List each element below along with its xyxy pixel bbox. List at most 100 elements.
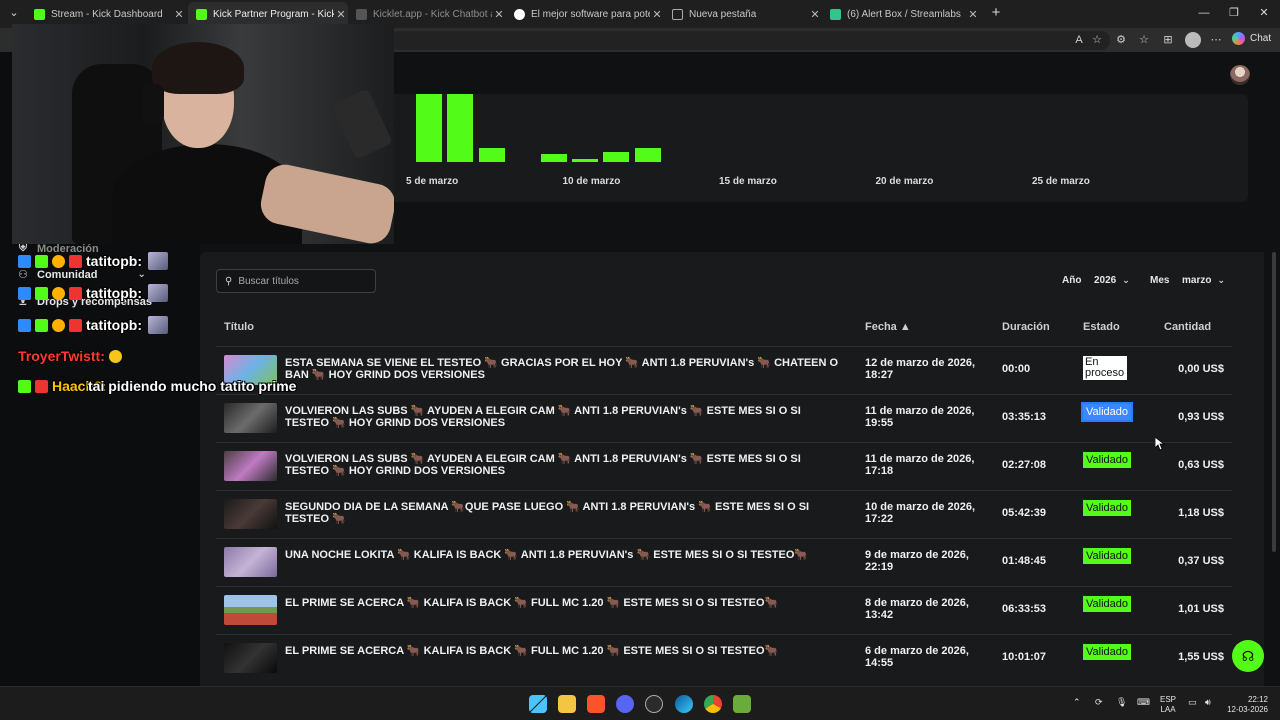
- column-header-date[interactable]: Fecha ▲: [865, 321, 911, 333]
- file-explorer-icon[interactable]: [558, 695, 576, 713]
- profile-avatar-icon[interactable]: [1185, 32, 1201, 48]
- stream-thumbnail[interactable]: [224, 451, 277, 481]
- system-clock[interactable]: 22:12 12-03-2026: [1222, 695, 1268, 715]
- table-row[interactable]: UNA NOCHE LOKITA 🐂 KALIFA IS BACK 🐂 ANTI…: [216, 538, 1232, 586]
- minimize-icon[interactable]: —: [1194, 4, 1214, 22]
- close-icon[interactable]: ✕: [966, 8, 980, 21]
- chat-message: tatitopb:: [18, 284, 168, 302]
- stream-status: Validado: [1081, 398, 1133, 422]
- stream-duration: 00:00: [1002, 363, 1031, 375]
- stream-title[interactable]: EL PRIME SE ACERCA 🐂 KALIFA IS BACK 🐂 FU…: [285, 597, 845, 609]
- clock-date: 12-03-2026: [1227, 705, 1268, 714]
- user-avatar[interactable]: [1230, 65, 1250, 85]
- chat-username: tatitopb:: [86, 285, 142, 301]
- support-chat-button[interactable]: ☊: [1232, 640, 1264, 672]
- search-input[interactable]: ⚲ Buscar títulos: [216, 269, 376, 293]
- copilot-chat-button[interactable]: Chat: [1232, 32, 1271, 45]
- chart-bar[interactable]: [541, 153, 567, 162]
- column-header-amount[interactable]: Cantidad: [1164, 321, 1211, 333]
- chart-bar[interactable]: [603, 151, 630, 162]
- keyboard-icon[interactable]: ⌨: [1137, 697, 1150, 708]
- tray-chevron-icon[interactable]: ⌃: [1073, 697, 1081, 708]
- table-row[interactable]: SEGUNDO DIA DE LA SEMANA 🐂QUE PASE LUEGO…: [216, 490, 1232, 538]
- column-header-title[interactable]: Título: [224, 321, 254, 333]
- chart-bar[interactable]: [572, 158, 599, 162]
- table-row[interactable]: VOLVIERON LAS SUBS 🐂 AYUDEN A ELEGIR CAM…: [216, 394, 1232, 442]
- stream-thumbnail[interactable]: [224, 403, 277, 433]
- stream-duration: 02:27:08: [1002, 459, 1047, 471]
- stream-thumbnail[interactable]: [224, 595, 277, 625]
- close-icon[interactable]: ✕: [492, 8, 506, 21]
- microphone-icon[interactable]: 🎙︎: [1116, 697, 1127, 708]
- chat-message: tatitopb:: [18, 252, 168, 270]
- minecraft-icon[interactable]: [733, 695, 751, 713]
- stream-title[interactable]: SEGUNDO DIA DE LA SEMANA 🐂QUE PASE LUEGO…: [285, 501, 845, 525]
- stream-title[interactable]: ESTA SEMANA SE VIENE EL TESTEO 🐂 GRACIAS…: [285, 357, 845, 381]
- windows-taskbar: ⌃ ⟳ 🎙︎ ⌨ ESP LAA ▭ 🔊︎ 22:12 12-03-2026: [0, 686, 1280, 720]
- stream-title[interactable]: VOLVIERON LAS SUBS 🐂 AYUDEN A ELEGIR CAM…: [285, 453, 845, 477]
- chart-bar[interactable]: [634, 148, 661, 162]
- month-select[interactable]: marzo ⌄: [1182, 275, 1225, 286]
- extension-icon[interactable]: ⚙: [1113, 32, 1129, 48]
- chat-button-label: Chat: [1250, 33, 1272, 44]
- stream-date: 12 de marzo de 2026, 18:27: [865, 357, 976, 381]
- year-select[interactable]: 2026 ⌄: [1094, 275, 1130, 286]
- column-header-status[interactable]: Estado: [1083, 321, 1120, 333]
- window-close-icon[interactable]: ✕: [1254, 4, 1274, 22]
- page-scrollbar[interactable]: [1272, 252, 1276, 552]
- collections-icon[interactable]: ⊞: [1160, 32, 1176, 48]
- address-field[interactable]: [390, 31, 1110, 50]
- edge-icon[interactable]: [675, 695, 693, 713]
- close-icon[interactable]: ✕: [334, 8, 348, 21]
- column-header-duration[interactable]: Duración: [1002, 321, 1050, 333]
- favorite-star-icon[interactable]: ☆: [1089, 32, 1105, 48]
- stream-title[interactable]: UNA NOCHE LOKITA 🐂 KALIFA IS BACK 🐂 ANTI…: [285, 549, 845, 561]
- table-row[interactable]: VOLVIERON LAS SUBS 🐂 AYUDEN A ELEGIR CAM…: [216, 442, 1232, 490]
- stream-thumbnail[interactable]: [224, 547, 277, 577]
- chart-bar[interactable]: [447, 94, 474, 162]
- stream-date: 11 de marzo de 2026, 17:18: [865, 453, 975, 477]
- restore-icon[interactable]: ❐: [1224, 4, 1244, 22]
- stream-thumbnail[interactable]: [224, 499, 277, 529]
- tab-label: Stream - Kick Dashboard: [51, 8, 163, 20]
- stream-title[interactable]: EL PRIME SE ACERCA 🐂 KALIFA IS BACK 🐂 FU…: [285, 645, 845, 657]
- tab-software[interactable]: El mejor software para potenciar tu ✕: [506, 2, 664, 26]
- stream-title[interactable]: VOLVIERON LAS SUBS 🐂 AYUDEN A ELEGIR CAM…: [285, 405, 845, 429]
- input-language[interactable]: ESP LAA: [1160, 695, 1176, 715]
- brave-icon[interactable]: [587, 695, 605, 713]
- chart-bar[interactable]: [478, 148, 505, 162]
- close-icon[interactable]: ✕: [172, 8, 186, 21]
- read-aloud-icon[interactable]: A: [1071, 32, 1087, 48]
- obs-icon[interactable]: [645, 695, 663, 713]
- table-row[interactable]: EL PRIME SE ACERCA 🐂 KALIFA IS BACK 🐂 FU…: [216, 586, 1232, 634]
- close-icon[interactable]: ✕: [808, 8, 822, 21]
- favorites-icon[interactable]: ☆: [1136, 32, 1152, 48]
- stream-status: Validado: [1083, 590, 1131, 612]
- discord-icon[interactable]: [616, 695, 634, 713]
- network-sync-icon[interactable]: ⟳: [1095, 697, 1103, 708]
- volume-icon[interactable]: 🔊︎: [1205, 697, 1211, 708]
- start-icon[interactable]: [529, 695, 547, 713]
- display-icon[interactable]: ▭: [1188, 697, 1197, 708]
- badge-icon: [18, 286, 31, 300]
- table-row[interactable]: ESTA SEMANA SE VIENE EL TESTEO 🐂 GRACIAS…: [216, 346, 1232, 394]
- tab-stream-dashboard[interactable]: Stream - Kick Dashboard ✕: [26, 2, 186, 26]
- chart-bar[interactable]: [416, 94, 443, 162]
- stream-thumbnail[interactable]: [224, 643, 277, 673]
- tab-partner-program[interactable]: Kick Partner Program - Kick Dashb ✕: [188, 2, 348, 26]
- year-value: 2026: [1094, 275, 1117, 286]
- tab-new-tab[interactable]: Nueva pestaña ✕: [664, 2, 822, 26]
- x-tick-label: 10 de marzo: [562, 176, 621, 187]
- close-icon[interactable]: ✕: [650, 8, 664, 21]
- more-menu-icon[interactable]: ⋯: [1208, 32, 1224, 48]
- status-badge: Validado: [1083, 500, 1131, 516]
- status-badge: Validado: [1083, 548, 1131, 564]
- tab-streamlabs[interactable]: (6) Alert Box / Streamlabs ✕: [822, 2, 980, 26]
- tab-kicklet[interactable]: Kicklet.app - Kick Chatbot and Ov ✕: [348, 2, 506, 26]
- stream-date: 9 de marzo de 2026, 22:19: [865, 549, 969, 573]
- tab-actions-icon[interactable]: ⌄: [4, 4, 24, 22]
- table-row[interactable]: EL PRIME SE ACERCA 🐂 KALIFA IS BACK 🐂 FU…: [216, 634, 1232, 682]
- chrome-icon[interactable]: [704, 695, 722, 713]
- new-tab-icon[interactable]: +: [986, 4, 1006, 22]
- badge-icon: [69, 286, 82, 300]
